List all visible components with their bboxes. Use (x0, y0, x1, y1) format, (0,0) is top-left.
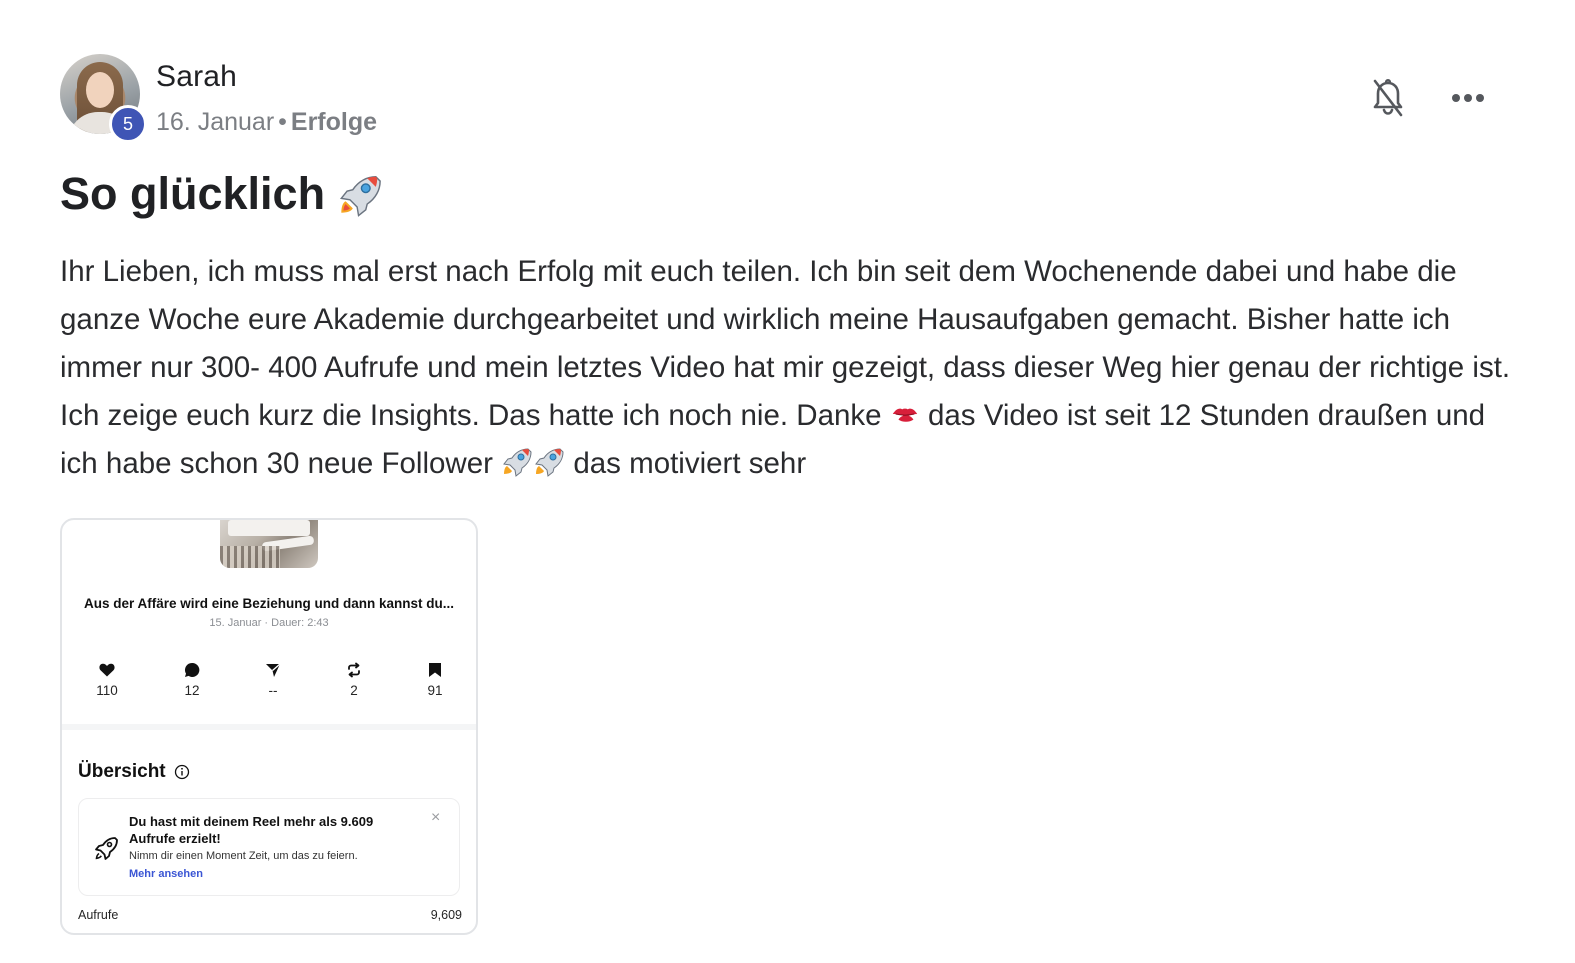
reel-thumbnail (220, 520, 318, 568)
bell-off-icon (1373, 78, 1403, 117)
reel-meta: 15. Januar · Dauer: 2:43 (209, 617, 329, 629)
stat-value: 110 (96, 683, 118, 698)
kiss-mark-emoji (892, 408, 917, 422)
rocket-icon (95, 837, 118, 860)
author-avatar[interactable]: 5 (60, 54, 152, 146)
more-dots-icon (1452, 94, 1460, 102)
notice-message: Du hast mit deinem Reel mehr als 9.609 A… (129, 814, 374, 846)
notice-subtext: Nimm dir einen Moment Zeit, um das zu fe… (129, 850, 358, 862)
section-divider (62, 724, 476, 730)
rocket-emoji (503, 448, 532, 477)
see-more-link[interactable]: Mehr ansehen (129, 868, 203, 880)
notification-toggle-button[interactable] (1366, 76, 1410, 120)
repost-icon (348, 662, 360, 678)
bookmark-icon (429, 663, 441, 677)
reel-stats: 110 12 -- 2 91 (62, 660, 476, 704)
heart-icon (99, 663, 115, 677)
stat-value: 2 (350, 683, 358, 698)
insights-screenshot[interactable]: Aus der Affäre wird eine Beziehung und d… (60, 518, 478, 935)
post-body: Ihr Lieben, ich muss mal erst nach Erfol… (60, 248, 1520, 488)
stat-shares: -- (243, 660, 303, 698)
stat-value: 91 (427, 683, 443, 698)
stat-comments: 12 (162, 660, 222, 698)
send-icon (266, 663, 281, 677)
more-options-button[interactable] (1446, 82, 1490, 114)
post-header: 5 Sarah 16. Januar • Erfolge (60, 52, 1520, 143)
post-body-part3: das motiviert sehr (573, 447, 807, 480)
level-badge: 5 (109, 105, 147, 143)
info-icon[interactable] (174, 764, 190, 780)
stat-value: -- (268, 683, 278, 698)
rocket-emoji (340, 176, 381, 217)
views-label: Aufrufe (78, 908, 119, 922)
views-value: 9,609 (430, 908, 462, 922)
stat-value: 12 (184, 683, 200, 698)
author-name[interactable]: Sarah (156, 60, 237, 94)
reel-title: Aus der Affäre wird eine Beziehung und d… (83, 596, 455, 611)
close-icon[interactable]: × (431, 809, 440, 827)
meta-separator: • (278, 108, 287, 136)
rocket-emoji (535, 448, 564, 477)
post-category[interactable]: Erfolge (291, 108, 377, 136)
post-meta: 16. Januar • Erfolge (156, 108, 377, 137)
stat-reposts: 2 (324, 660, 384, 698)
post-date[interactable]: 16. Januar (156, 108, 274, 136)
post-card: 5 Sarah 16. Januar • Erfolge So glücklich (60, 0, 1520, 963)
overview-label: Übersicht (78, 761, 166, 782)
stat-saves: 91 (405, 660, 465, 698)
stat-likes: 110 (77, 660, 137, 698)
milestone-notice: Du hast mit deinem Reel mehr als 9.609 A… (78, 798, 460, 896)
comment-icon (185, 662, 200, 677)
overview-heading: Übersicht (78, 761, 190, 783)
post-title: So glücklich (60, 168, 383, 220)
thumbnail-caption-band (228, 520, 310, 536)
post-title-text: So glücklich (60, 168, 326, 219)
